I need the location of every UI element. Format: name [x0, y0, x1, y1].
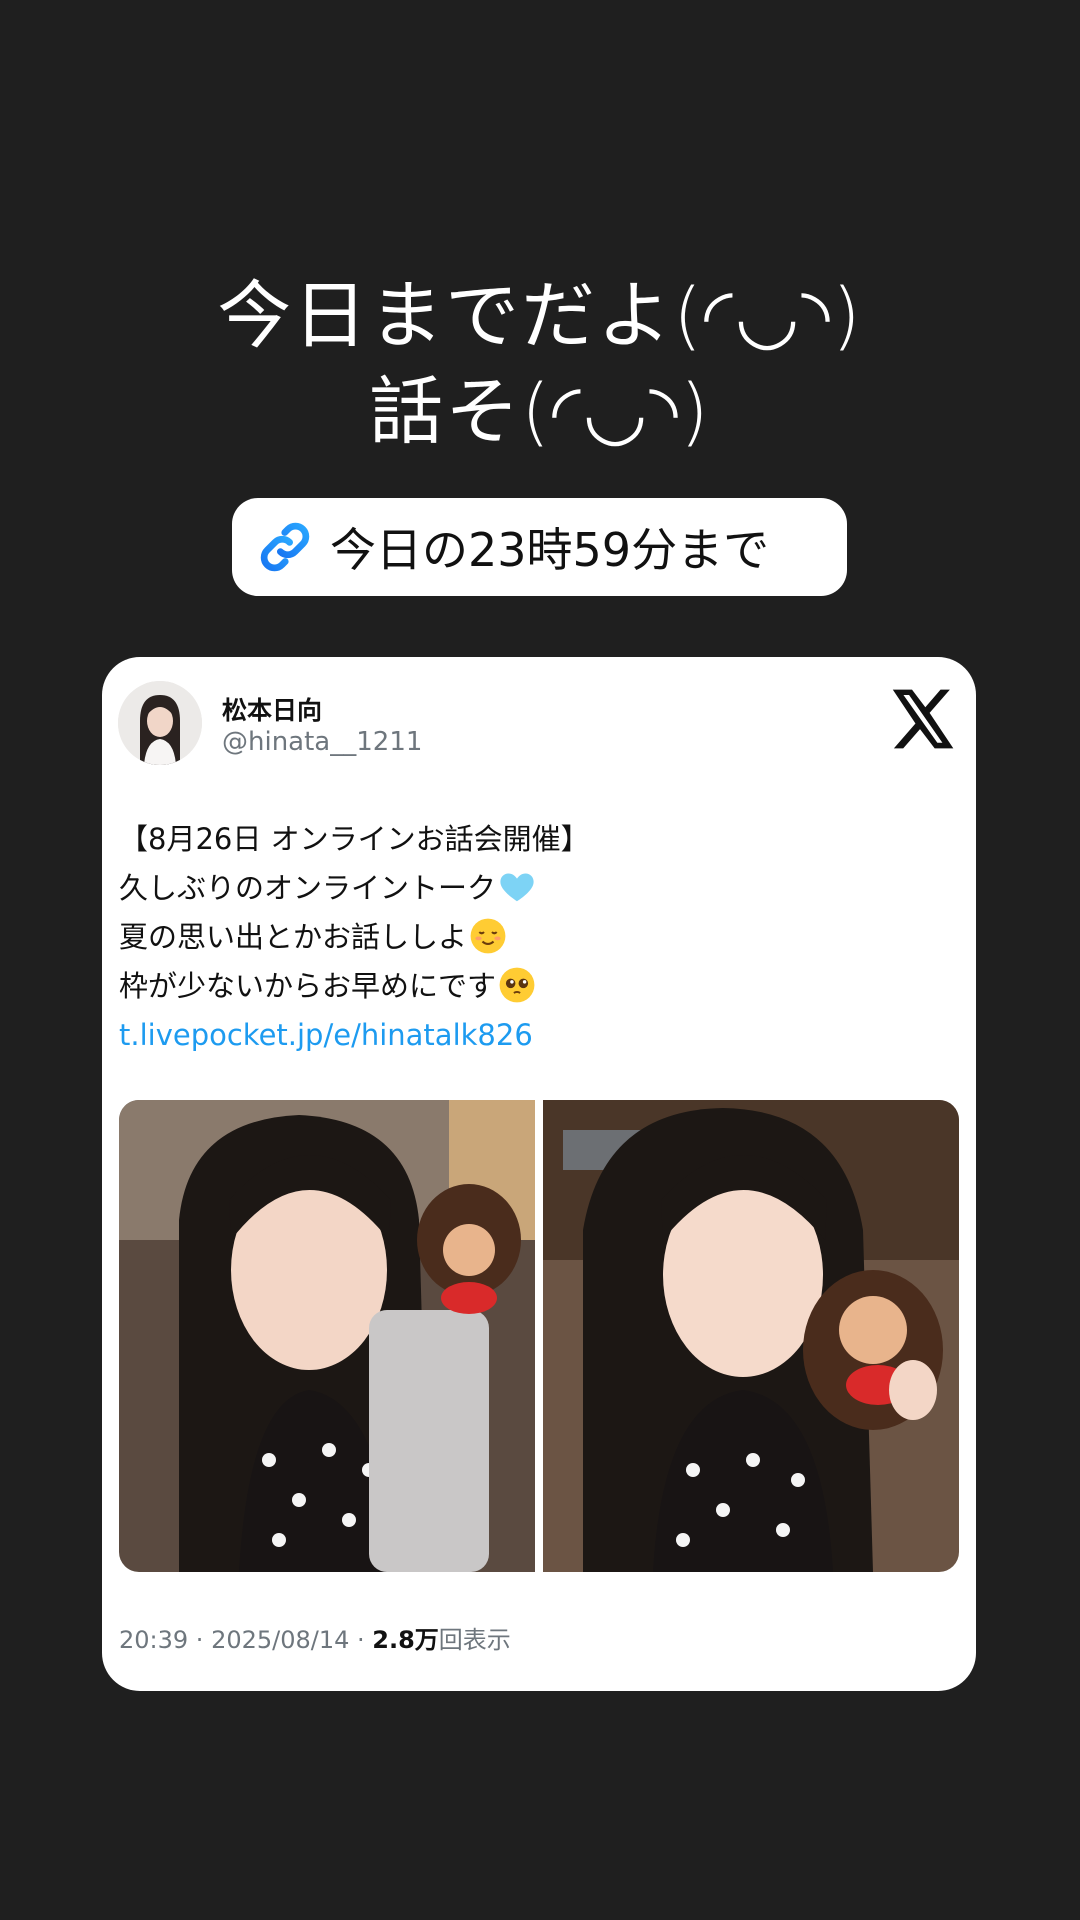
light-blue-heart-emoji [500, 873, 534, 902]
smiling-face-emoji [470, 918, 506, 954]
x-logo-icon[interactable] [892, 689, 956, 749]
link-sticker[interactable]: 今日の23時59分まで [232, 498, 847, 596]
views-label: 回表示 [438, 1626, 511, 1654]
tweet-line-2: 久しぶりのオンライントーク [119, 864, 949, 913]
tweet-text: 【8月26日 オンラインお話会開催】 久しぶりのオンライントーク 夏の思い出とか… [119, 815, 949, 1060]
link-sticker-label: 今日の23時59分まで [330, 523, 770, 577]
meta-separator: · [188, 1626, 212, 1654]
tweet-photo-1[interactable] [119, 1100, 535, 1572]
avatar[interactable] [118, 681, 202, 765]
tweet-line-2-text: 久しぶりのオンライントーク [119, 871, 497, 905]
caption-line-1: 今日までだよ(◜◡◝) [217, 273, 863, 359]
display-name: 松本日向 [222, 696, 323, 725]
tweet-link[interactable]: t.livepocket.jp/e/hinatalk826 [119, 1011, 949, 1060]
tweet-date: 2025/08/14 [211, 1626, 350, 1654]
meta-separator: · [349, 1626, 373, 1654]
tweet-card[interactable]: 松本日向 @hinata__1211 【8月26日 オンラインお話会開催】 久し… [102, 657, 976, 1691]
pleading-face-emoji [499, 967, 535, 1003]
tweet-line-4-text: 枠が少ないからお早めにです [119, 969, 497, 1003]
tweet-meta: 20:39 · 2025/08/14 · 2.8万回表示 [119, 1620, 511, 1655]
tweet-line-1: 【8月26日 オンラインお話会開催】 [119, 822, 590, 856]
tweet-line-4: 枠が少ないからお早めにです [119, 962, 949, 1011]
user-handle[interactable]: @hinata__1211 [222, 727, 422, 757]
tweet-photos [119, 1100, 959, 1572]
tweet-photo-2[interactable] [543, 1100, 959, 1572]
tweet-line-3-text: 夏の思い出とかお話ししよ [119, 920, 468, 954]
tweet-line-3: 夏の思い出とかお話ししよ [119, 913, 949, 962]
tweet-time: 20:39 [119, 1626, 189, 1654]
link-icon [260, 522, 310, 572]
story-caption: 今日までだよ(◜◡◝) 話そ(◜◡◝) [0, 268, 1080, 460]
caption-line-2: 話そ(◜◡◝) [369, 369, 711, 455]
views-count: 2.8万 [372, 1626, 439, 1654]
